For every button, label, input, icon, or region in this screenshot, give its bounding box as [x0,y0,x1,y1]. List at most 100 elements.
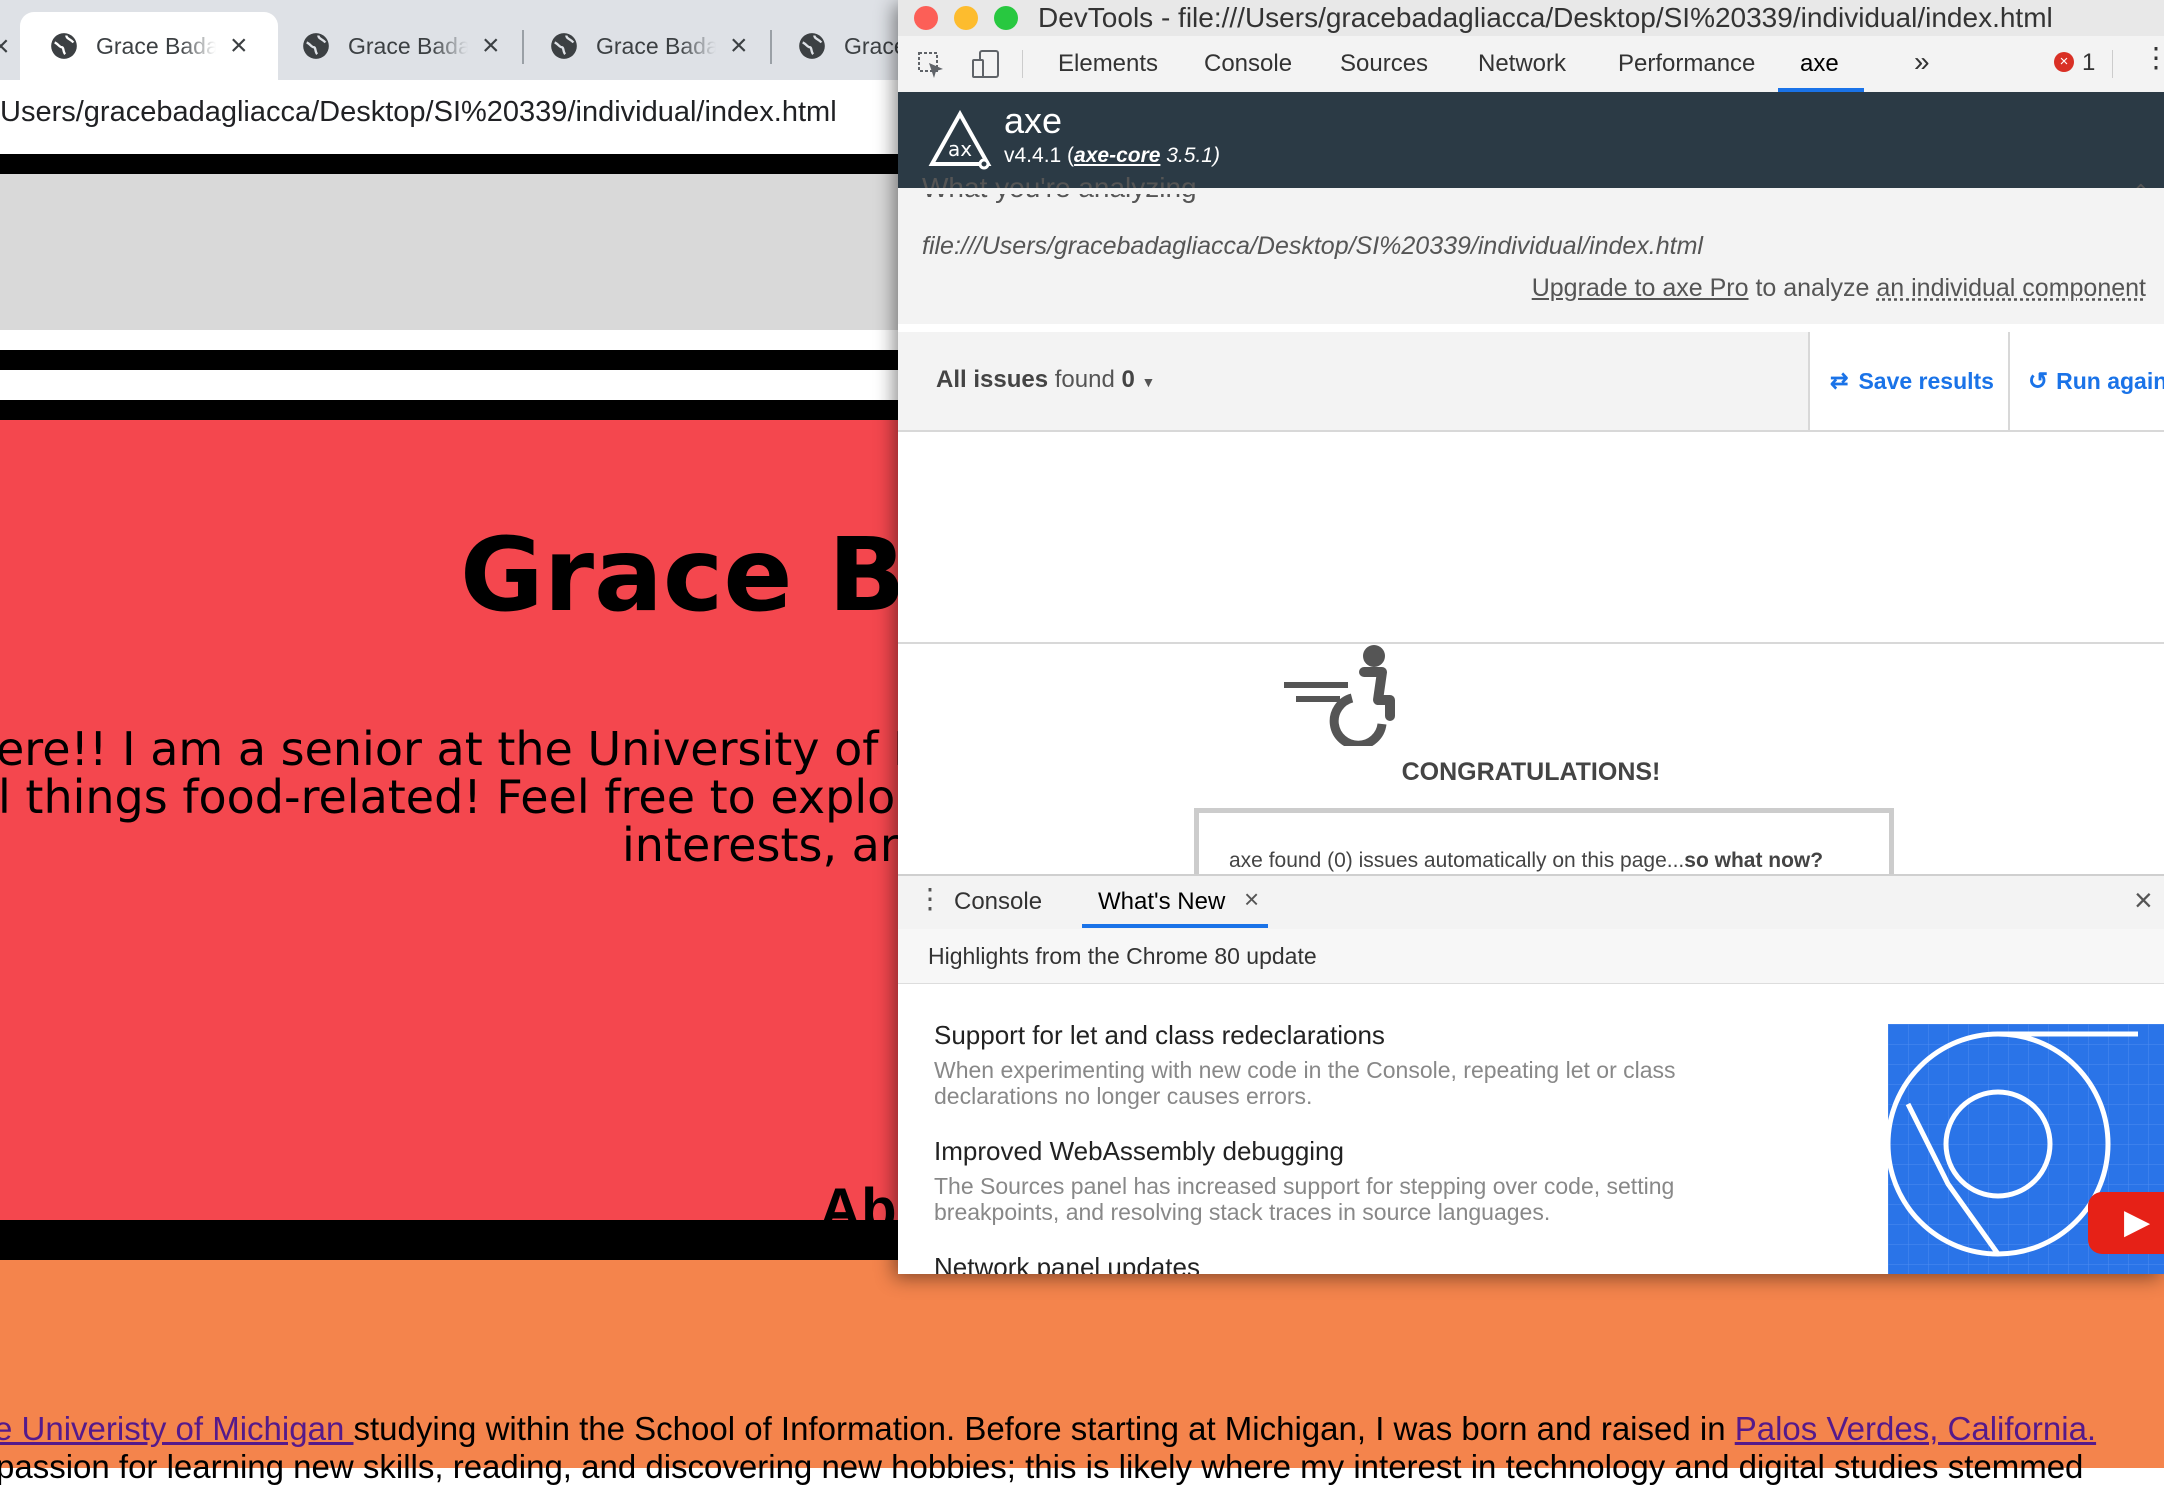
upgrade-text: to analyze [1748,274,1877,302]
upgrade-link[interactable]: Upgrade to axe Pro [1532,274,1749,302]
close-window-button[interactable] [914,6,938,30]
browser-tab-3[interactable]: Grace Badagliacca × [550,12,790,80]
toolbar-divider [1022,50,1023,78]
feature-desc: When experimenting with new code in the … [934,1057,1676,1109]
about-text: studying within the School of Informatio… [353,1410,1735,1447]
svg-text:ax: ax [948,137,972,161]
refresh-icon: ↺ [2028,367,2049,395]
analyzing-url: file:///Users/gracebadagliacca/Desktop/S… [922,232,1703,260]
close-icon[interactable]: × [730,31,748,61]
panel-gap [898,324,2164,332]
tab-console[interactable]: Console [1204,50,1292,78]
toolbar-divider [2112,50,2113,78]
tab-performance[interactable]: Performance [1618,50,1755,78]
close-icon[interactable]: × [482,31,500,61]
component-link[interactable]: an individual component [1876,274,2146,302]
issues-filter[interactable]: All issues found 0 ▼ [936,366,1155,394]
highlights-bar: Highlights from the Chrome 80 update [898,929,2164,984]
congratulations-text: CONGRATULATIONS! [1401,758,1661,786]
found-message: axe found (0) issues automatically on th… [1229,849,1685,872]
address-bar[interactable]: Users/gracebadagliacca/Desktop/SI%20339/… [0,80,900,154]
close-icon[interactable]: × [0,30,10,64]
version-text: v4.4.1 ( [1004,144,1075,167]
hero-title: Grace Ba [460,516,900,635]
tab-network[interactable]: Network [1478,50,1566,78]
divider-bar [0,154,900,174]
play-icon: ▶ [2124,1203,2151,1241]
drawer-tab-whats-new[interactable]: What's New [1098,888,1225,916]
results-area [898,432,2164,644]
drawer-tab-console[interactable]: Console [954,888,1042,916]
axe-name: axe [1004,100,1063,141]
device-toolbar-icon[interactable] [970,48,1002,80]
globe-icon [303,33,329,59]
feature-item[interactable]: Support for let and class redeclarations… [934,1020,1804,1109]
about-paragraph-line: passion for learning new skills, reading… [0,1448,2084,1485]
divider-bar [0,400,900,420]
divider-bar [0,350,900,370]
caret-down-icon: ▼ [1141,374,1156,390]
run-again-button[interactable]: ↺ Run again [2008,332,2164,430]
so-what-now: so what now? [1684,849,1824,872]
devtools-title: DevTools - file:///Users/gracebadagliacc… [1038,2,2053,33]
minimize-window-button[interactable] [954,6,978,30]
feature-item[interactable]: Improved WebAssembly debugging The Sourc… [934,1136,1804,1225]
feature-title[interactable]: Improved WebAssembly debugging [934,1136,1804,1167]
hero-text-line: interests, ar [622,818,899,872]
axe-logo-icon: ax [928,110,992,170]
browser-tab-2[interactable]: Grace Badagliacca × [302,12,542,80]
feature-title[interactable]: Network panel updates [934,1252,1804,1274]
active-tab-indicator [1082,924,1268,928]
zoom-window-button[interactable] [994,6,1018,30]
tab-sources[interactable]: Sources [1340,50,1428,78]
address-text[interactable]: Users/gracebadagliacca/Desktop/SI%20339/… [0,96,837,129]
feature-title[interactable]: Support for let and class redeclarations [934,1020,1804,1051]
play-button[interactable]: ▶ [2088,1192,2164,1254]
devtools-toolbar: Elements Console Sources Network Perform… [898,36,2164,93]
kebab-menu-icon[interactable]: ⋮ [2142,44,2164,72]
upgrade-row: Upgrade to axe Pro to analyze an individ… [1532,274,2146,303]
tab-label: Grace Badagliacca [596,32,716,59]
more-tabs-icon[interactable]: » [1914,46,1930,78]
tab-separator [770,30,772,64]
error-count[interactable]: 1 [2082,49,2095,77]
devtools-titlebar: DevTools - file:///Users/gracebadagliacc… [898,0,2164,37]
close-drawer-icon[interactable]: × [2134,882,2153,919]
browser-tab-1[interactable]: Grace Badagliacca × [20,12,278,80]
globe-icon [551,33,577,59]
accessibility-icon [1284,645,1395,746]
swap-icon: ⇄ [1830,368,1849,393]
tab-separator [522,30,524,64]
highlights-text: Highlights from the Chrome 80 update [928,943,1317,969]
issues-label: All issues [936,366,1049,393]
save-results-label: Save results [1858,367,1994,394]
michigan-link[interactable]: e Univeristy of Michigan [0,1410,353,1447]
error-icon[interactable]: × [2054,52,2074,72]
analyzing-panel: What you're analyzing ⌃ file:///Users/gr… [898,172,2164,326]
save-results-button[interactable]: ⇄ Save results [1808,332,2008,430]
chrome-video-thumbnail[interactable]: ▶ [1888,1024,2164,1274]
header-band [0,174,900,330]
issues-bar: All issues found 0 ▼ ⇄ Save results ↺ Ru… [898,332,2164,432]
about-section-edge [0,1260,900,1274]
close-icon[interactable]: × [230,31,248,61]
inspect-element-icon[interactable] [916,50,946,80]
run-again-label: Run again [2056,367,2164,394]
hero-text-line: ere!! I am a senior at the University of… [0,722,900,776]
globe-icon [799,33,825,59]
drawer-tabbar: ⋮ Console What's New × × [898,874,2164,931]
devtools-window: DevTools - file:///Users/gracebadagliacc… [898,0,2164,1274]
globe-icon [51,33,77,59]
tab-elements[interactable]: Elements [1058,50,1158,78]
axe-core-link[interactable]: axe-core [1074,144,1160,167]
palos-verdes-link[interactable]: Palos Verdes, California. [1735,1410,2096,1447]
axe-version: v4.4.1 (axe-core 3.5.1) [1004,144,1220,168]
found-text: axe found (0) issues automatically on th… [1229,849,1823,873]
close-tab-icon[interactable]: × [1244,884,1259,915]
drawer-menu-icon[interactable]: ⋮ [916,882,944,915]
tab-label: Grace Badagliacca [96,32,216,59]
issues-count: 0 [1121,366,1135,393]
feature-item[interactable]: Network panel updates [934,1252,1804,1274]
panel-fill [898,188,2164,194]
tab-axe[interactable]: axe [1800,50,1839,78]
